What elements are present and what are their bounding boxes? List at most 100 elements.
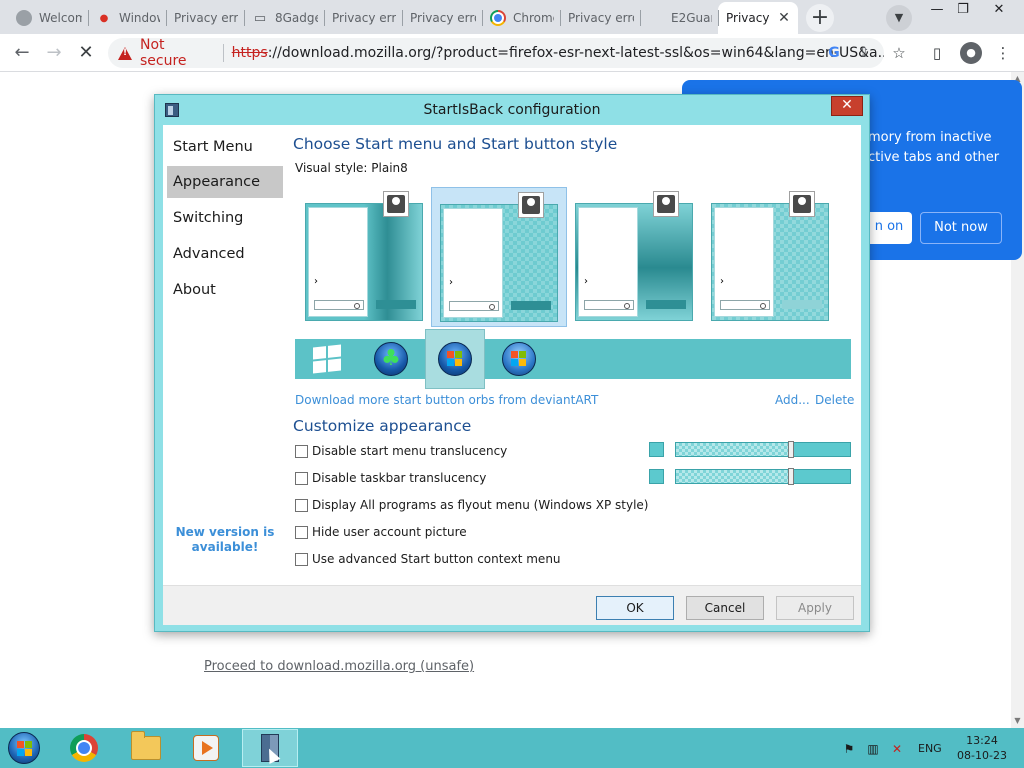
download-orbs-link[interactable]: Download more start button orbs from dev…	[295, 393, 598, 407]
add-orb-link[interactable]: Add...	[775, 393, 810, 407]
taskbar-media-player[interactable]	[178, 729, 234, 767]
menu-kebab-icon[interactable]: ⋮	[992, 42, 1014, 64]
style-option-2[interactable]	[431, 187, 567, 327]
network-icon[interactable]: ▥	[866, 742, 880, 756]
option-disable-taskbar-translucency[interactable]: Disable taskbar translucency	[295, 470, 486, 486]
side-panel-icon[interactable]: ▯	[926, 42, 948, 64]
dialog-close-icon[interactable]: ✕	[831, 96, 863, 116]
profile-avatar-icon[interactable]: ●	[960, 42, 982, 64]
option-label: Use advanced Start button context menu	[312, 552, 561, 566]
share-icon[interactable]: ⇪	[854, 45, 874, 61]
turn-on-button[interactable]: n on	[866, 212, 912, 244]
tab-title: Chrome	[513, 11, 554, 25]
ok-button[interactable]: OK	[596, 596, 674, 620]
system-clock[interactable]: 13:24 08-10-23	[952, 733, 1012, 763]
tab-privacy-error-2[interactable]: Privacy error	[324, 2, 402, 34]
tab-windows[interactable]: ● Windows	[88, 2, 166, 34]
taskbar-file-explorer[interactable]	[118, 729, 174, 767]
taskbar-translucency-slider[interactable]	[675, 468, 851, 485]
tab-privacy-error-4[interactable]: Privacy error	[560, 2, 640, 34]
tab-title: Privacy	[726, 11, 770, 25]
monitor-icon: ▭	[253, 10, 267, 26]
restore-icon[interactable]: ❐	[946, 0, 980, 20]
input-language[interactable]: ENG	[918, 742, 942, 755]
preview-shutdown-bar	[782, 300, 822, 309]
tab-strip: Welcome ● Windows Privacy error ▭ 8Gadge…	[0, 0, 1024, 34]
close-tab-icon[interactable]: ✕	[776, 10, 792, 26]
tab-title: Privacy error	[332, 11, 396, 25]
menu-translucency-slider[interactable]	[675, 441, 851, 458]
orb-windows8-flag-icon[interactable]	[307, 341, 347, 377]
preview-search-box	[314, 300, 364, 310]
tab-privacy-error-3[interactable]: Privacy error	[402, 2, 482, 34]
popup-text: mory from inactive ctive tabs and other	[868, 128, 999, 168]
tab-8gadgets[interactable]: ▭ 8Gadgets	[244, 2, 324, 34]
preview-menu-pane	[443, 208, 503, 318]
tab-title: Privacy error	[568, 11, 634, 25]
option-xp-flyout[interactable]: Display All programs as flyout menu (Win…	[295, 497, 648, 513]
option-label: Display All programs as flyout menu (Win…	[312, 498, 649, 512]
preview-menu-pane	[578, 207, 638, 317]
tab-welcome[interactable]: Welcome	[8, 2, 88, 34]
option-hide-user-picture[interactable]: Hide user account picture	[295, 524, 467, 540]
checkbox[interactable]	[295, 498, 308, 512]
tab-privacy-active[interactable]: Privacy ✕	[718, 2, 798, 34]
style-preview	[440, 204, 558, 322]
sidebar-item-appearance[interactable]: Appearance	[167, 166, 283, 198]
taskbar-chrome[interactable]	[56, 729, 112, 767]
checkbox[interactable]	[295, 552, 308, 566]
option-disable-menu-translucency[interactable]: Disable start menu translucency	[295, 443, 507, 459]
microsoft-icon	[648, 10, 664, 26]
sidebar-item-about[interactable]: About	[167, 274, 283, 306]
google-translate-icon[interactable]: G	[824, 45, 844, 61]
scroll-down-icon[interactable]: ▼	[1013, 716, 1022, 726]
not-now-button[interactable]: Not now	[920, 212, 1002, 244]
tab-title: E2Guardian	[671, 11, 712, 25]
sidebar-item-advanced[interactable]: Advanced	[167, 238, 283, 270]
forward-arrow-icon[interactable]: →	[40, 39, 68, 67]
new-tab-button[interactable]: +	[806, 4, 834, 32]
checkbox[interactable]	[295, 471, 308, 485]
orb-windows7-alt-icon[interactable]	[499, 341, 539, 377]
checkbox[interactable]	[295, 444, 308, 458]
proceed-unsafe-link[interactable]: Proceed to download.mozilla.org (unsafe)	[204, 659, 474, 674]
action-center-flag-icon[interactable]: ⚑	[842, 742, 856, 756]
option-label: Disable taskbar translucency	[312, 471, 487, 485]
delete-orb-link[interactable]: Delete	[815, 393, 854, 407]
sidebar-item-switching[interactable]: Switching	[167, 202, 283, 234]
stop-loading-icon[interactable]: ✕	[72, 39, 100, 67]
style-option-1[interactable]	[297, 187, 433, 327]
orb-windows7-icon[interactable]	[425, 329, 485, 389]
slider-thumb[interactable]	[788, 468, 794, 485]
cancel-button[interactable]: Cancel	[686, 596, 764, 620]
orb-clover-icon[interactable]: ♣	[371, 341, 411, 377]
clock-time: 13:24	[966, 734, 998, 747]
checkbox[interactable]	[295, 525, 308, 539]
tab-privacy-error-1[interactable]: Privacy error	[166, 2, 244, 34]
close-window-icon[interactable]: ✕	[982, 0, 1016, 20]
slider-thumb[interactable]	[788, 441, 794, 458]
bookmark-star-icon[interactable]: ☆	[888, 42, 910, 64]
not-secure-label[interactable]: Not secure	[140, 37, 215, 69]
volume-muted-icon[interactable]: ✕	[890, 742, 904, 756]
style-option-3[interactable]	[567, 187, 703, 327]
tab-search-chevron-icon[interactable]: ▼	[886, 5, 912, 31]
taskbar-color-swatch[interactable]	[649, 469, 664, 484]
menu-color-swatch[interactable]	[649, 442, 664, 457]
folder-icon	[131, 731, 161, 760]
new-version-link[interactable]: New version is available!	[167, 525, 283, 555]
omnibox-divider	[222, 44, 224, 62]
tab-e2guardian[interactable]: E2Guardian	[640, 2, 718, 34]
slider-solid-fill	[794, 470, 850, 483]
preview-shutdown-bar	[376, 300, 416, 309]
address-bar[interactable]: Not secure https ://download.mozilla.org…	[108, 37, 884, 69]
url-scheme: https	[231, 45, 268, 61]
apply-button[interactable]: Apply	[776, 596, 854, 620]
sidebar-item-start-menu[interactable]: Start Menu	[167, 131, 283, 163]
start-button[interactable]	[4, 729, 44, 767]
tab-chrome[interactable]: Chrome	[482, 2, 560, 34]
back-arrow-icon[interactable]: ←	[8, 39, 36, 67]
option-advanced-context-menu[interactable]: Use advanced Start button context menu	[295, 551, 561, 567]
browser-toolbar: ← → ✕ Not secure https ://download.mozil…	[0, 34, 1024, 72]
style-option-4[interactable]	[703, 187, 839, 327]
